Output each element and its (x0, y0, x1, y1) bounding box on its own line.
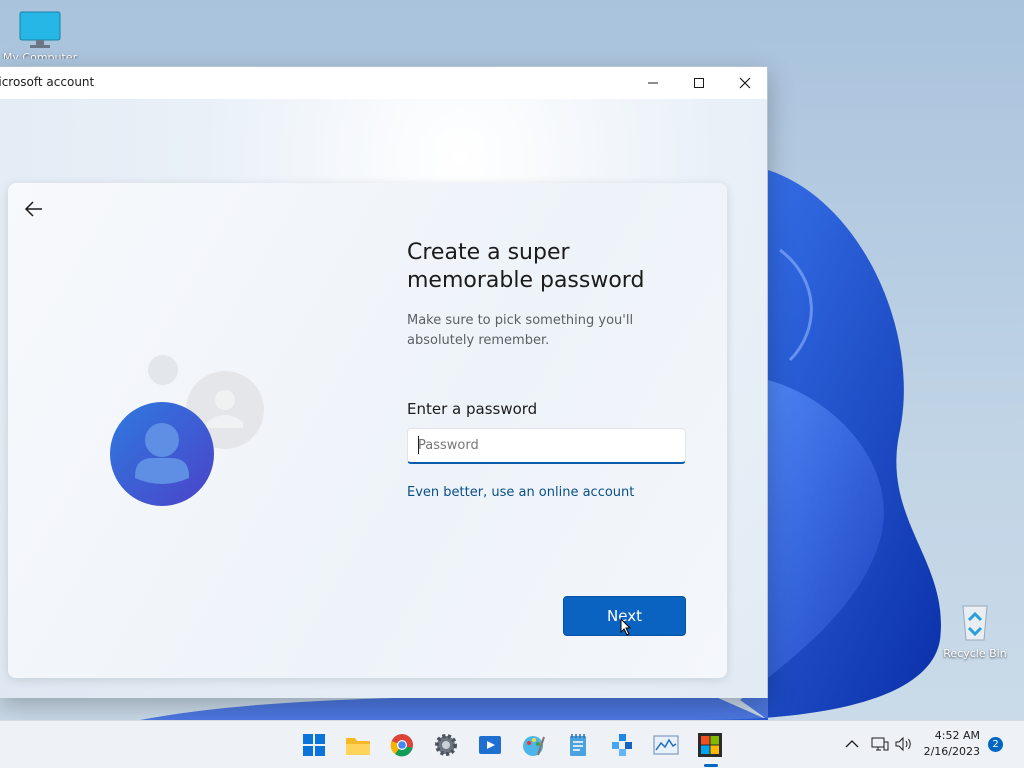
maximize-icon (694, 78, 704, 88)
speaker-icon (895, 736, 911, 752)
text-caret (418, 436, 419, 454)
page-subtitle: Make sure to pick something you'll absol… (407, 313, 634, 348)
password-input[interactable] (407, 428, 686, 464)
chrome-icon (390, 734, 413, 757)
settings-icon (435, 734, 457, 756)
clock-time: 4:52 AM (934, 729, 980, 742)
start-button[interactable] (298, 729, 330, 761)
back-button[interactable] (22, 197, 46, 221)
show-hidden-icons-button[interactable] (842, 734, 862, 754)
desktop-icon-my-computer[interactable]: My Computer (0, 10, 80, 59)
monitor-icon (19, 11, 61, 48)
taskbar-paint[interactable] (518, 729, 550, 761)
chevron-up-icon (845, 740, 859, 748)
account-illustration (110, 355, 264, 506)
volume-button[interactable] (894, 734, 914, 754)
network-icon (871, 737, 889, 751)
taskbar-network-tool[interactable] (606, 729, 638, 761)
active-app-indicator (704, 764, 718, 767)
taskbar-chrome[interactable] (386, 729, 418, 761)
close-button[interactable] (722, 67, 768, 99)
title-bar[interactable]: Microsoft account (0, 67, 767, 99)
network-status-button[interactable] (870, 734, 890, 754)
microsoft-store-icon (698, 733, 722, 757)
close-icon (739, 77, 751, 89)
paint-icon (523, 736, 545, 756)
minimize-icon (648, 82, 658, 84)
microsoft-account-window: Microsoft account (0, 66, 768, 698)
notification-badge[interactable]: 2 (988, 737, 1003, 752)
window-title: Microsoft account (0, 75, 95, 89)
taskbar-file-explorer[interactable] (342, 729, 374, 761)
desktop-icon-label: Recycle Bin (943, 647, 1007, 660)
desktop-icon-recycle-bin[interactable]: Recycle Bin (935, 600, 1015, 660)
recycle-bin-icon (962, 605, 988, 641)
online-account-link[interactable]: Even better, use an online account (407, 485, 634, 500)
desktop-icon-label: My Computer (2, 51, 78, 59)
page-title: Create a super memorable password (407, 240, 645, 293)
start-icon (303, 734, 325, 756)
performance-monitor-icon (653, 735, 679, 755)
media-player-icon (479, 736, 501, 754)
system-clock[interactable]: 4:52 AM 2/16/2023 (924, 728, 980, 760)
taskbar-performance-monitor[interactable] (650, 729, 682, 761)
taskbar-media-player[interactable] (474, 729, 506, 761)
notepad-icon (570, 734, 586, 756)
minimize-button[interactable] (630, 67, 676, 99)
setup-card: Create a super memorable password Make s… (8, 183, 727, 678)
maximize-button[interactable] (676, 67, 722, 99)
mouse-cursor-icon (620, 618, 632, 636)
taskbar-settings[interactable] (430, 729, 462, 761)
taskbar-microsoft-store[interactable] (694, 729, 726, 761)
network-tool-icon (612, 734, 632, 756)
password-label: Enter a password (407, 400, 538, 418)
arrow-left-icon (24, 201, 42, 217)
clock-date: 2/16/2023 (923, 745, 980, 758)
window-body: Create a super memorable password Make s… (0, 99, 767, 698)
taskbar-notepad[interactable] (562, 729, 594, 761)
file-explorer-icon (346, 738, 370, 755)
